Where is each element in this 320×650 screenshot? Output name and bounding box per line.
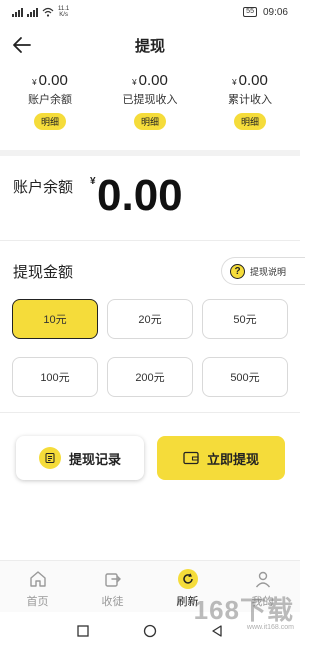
status-left: 11.1 K/s (12, 6, 69, 18)
amount-option-10[interactable]: 10元 (12, 299, 98, 339)
watermark: 168下载 www.it168.com (194, 596, 294, 631)
tab-home[interactable]: 首页 (0, 561, 75, 612)
status-bar: 11.1 K/s 55 09:06 (0, 0, 300, 24)
page-title: 提现 (134, 37, 165, 55)
network-speed: 11.1 K/s (58, 6, 70, 18)
stat-total-income: ¥0.00 累计收入 明细 (200, 72, 300, 142)
stat-account-balance: ¥0.00 账户余额 明细 (0, 72, 100, 142)
detail-button[interactable]: 明细 (133, 113, 166, 130)
wallet-icon (183, 451, 199, 465)
records-label: 提现记录 (68, 451, 121, 467)
amount-option-50[interactable]: 50元 (202, 299, 288, 339)
help-label: 提现说明 (250, 266, 287, 277)
withdraw-now-button[interactable]: 立即提现 (157, 436, 285, 480)
stat-withdrawn-income: ¥0.00 已提现收入 明细 (100, 72, 200, 142)
amount-option-20[interactable]: 20元 (107, 299, 193, 339)
currency-symbol: ¥ (32, 78, 37, 87)
amount-option-100[interactable]: 100元 (12, 357, 98, 397)
status-right: 55 09:06 (243, 7, 288, 18)
tab-recruit[interactable]: 收徒 (75, 561, 150, 612)
question-icon: ? (230, 263, 245, 279)
detail-button[interactable]: 明细 (33, 113, 66, 130)
nav-bar: 提现 (0, 28, 300, 62)
stat-value: 0.00 (238, 72, 268, 89)
tab-label: 收徒 (101, 596, 124, 608)
withdraw-help-button[interactable]: ? 提现说明 (221, 257, 305, 285)
home-circle-icon[interactable] (143, 624, 157, 638)
detail-button[interactable]: 明细 (233, 113, 266, 130)
divider (0, 412, 300, 413)
back-arrow-icon[interactable] (12, 35, 32, 55)
summary-stats: ¥0.00 账户余额 明细 ¥0.00 已提现收入 明细 ¥0.00 累计收入 … (0, 72, 300, 142)
section-divider (0, 150, 300, 156)
tab-label: 首页 (26, 596, 49, 608)
amount-option-500[interactable]: 500元 (202, 357, 288, 397)
amount-options: 10元 20元 50元 100元 200元 500元 (12, 299, 288, 397)
stat-label: 已提现收入 (122, 94, 178, 106)
home-icon (29, 571, 46, 587)
cell-signal-icon (12, 7, 23, 17)
stat-value: 0.00 (138, 72, 168, 89)
stat-amount: ¥0.00 (232, 72, 268, 89)
stat-amount: ¥0.00 (32, 72, 68, 89)
withdraw-label: 立即提现 (206, 451, 259, 467)
records-icon (38, 447, 61, 469)
amount-option-200[interactable]: 200元 (107, 357, 193, 397)
stat-label: 累计收入 (228, 94, 272, 106)
stat-amount: ¥0.00 (132, 72, 168, 89)
status-time: 09:06 (262, 6, 288, 18)
stat-label: 账户余额 (28, 94, 72, 106)
currency-symbol: ¥ (232, 78, 237, 87)
divider (0, 240, 300, 241)
watermark-text: 168下载 (193, 595, 294, 625)
currency-symbol: ¥ (132, 78, 137, 87)
balance-label: 账户余额 (13, 179, 74, 196)
balance-amount: 0.00 (97, 171, 183, 220)
wifi-icon (42, 7, 54, 17)
balance-currency: ¥ (90, 176, 96, 187)
recents-icon[interactable] (77, 625, 89, 637)
watermark-url: www.it168.com (246, 624, 294, 631)
cell-signal-icon-2 (27, 7, 38, 17)
battery-icon: 55 (243, 7, 257, 17)
share-icon (104, 573, 121, 587)
user-icon (255, 571, 270, 588)
withdraw-records-button[interactable]: 提现记录 (16, 436, 144, 480)
stat-value: 0.00 (38, 72, 68, 89)
withdraw-amount-label: 提现金额 (13, 264, 74, 281)
refresh-icon (177, 569, 198, 589)
